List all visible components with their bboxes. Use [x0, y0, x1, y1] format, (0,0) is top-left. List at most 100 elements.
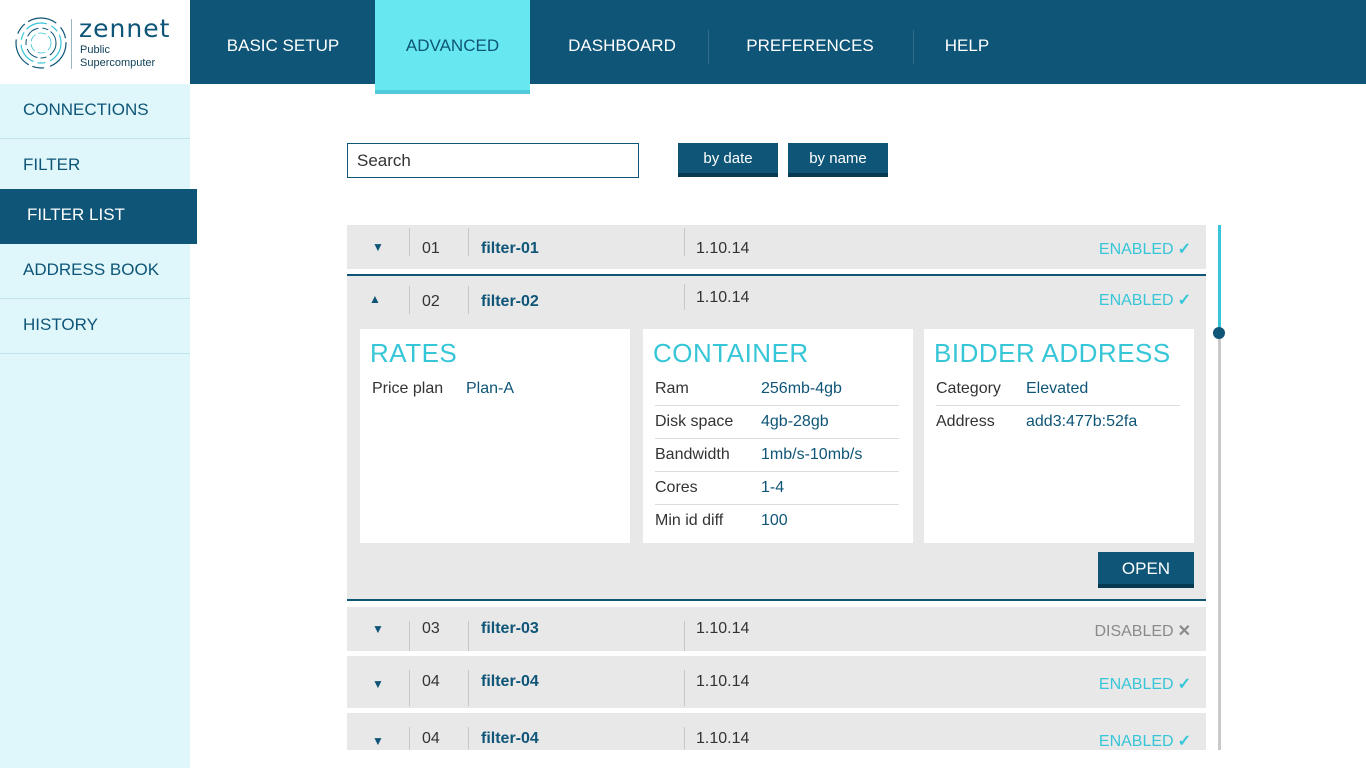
- check-icon: ✓: [1177, 676, 1191, 693]
- price-plan-value: Plan-A: [466, 380, 515, 397]
- check-icon: ✓: [1177, 241, 1191, 258]
- tab-separator: [913, 30, 914, 64]
- price-plan-row: Price plan Plan-A: [372, 373, 616, 406]
- filter-date: 1.10.14: [696, 620, 750, 637]
- min-id-diff-value: 100: [761, 512, 788, 529]
- status-badge[interactable]: ENABLED ✓: [1099, 239, 1191, 259]
- tab-advanced[interactable]: ADVANCED: [375, 0, 530, 94]
- sidebar-item-connections[interactable]: CONNECTIONS: [0, 84, 190, 139]
- top-navigation: BASIC SETUP ADVANCED DASHBOARD PREFERENC…: [190, 0, 1366, 94]
- bandwidth-value: 1mb/s-10mb/s: [761, 446, 863, 463]
- filter-name[interactable]: filter-04: [481, 730, 539, 748]
- filter-name[interactable]: filter-04: [481, 673, 539, 691]
- filter-date: 1.10.14: [696, 730, 750, 747]
- row-divider: [684, 621, 685, 651]
- filter-number: 03: [422, 620, 440, 637]
- list-bottom-clip: [190, 750, 1366, 768]
- chevron-down-icon[interactable]: ▼: [372, 240, 384, 254]
- cores-row: Cores 1-4: [655, 472, 899, 505]
- min-id-diff-label: Min id diff: [655, 512, 724, 529]
- close-icon: ✕: [1177, 623, 1191, 640]
- bandwidth-label: Bandwidth: [655, 446, 730, 463]
- filter-date: 1.10.14: [696, 289, 750, 306]
- tab-separator: [708, 30, 709, 64]
- search-input[interactable]: [347, 143, 639, 178]
- min-id-diff-row: Min id diff 100: [655, 505, 899, 538]
- container-card: CONTAINER Ram 256mb-4gb Disk space 4gb-2…: [643, 329, 913, 543]
- row-divider: [468, 670, 469, 706]
- filter-number: 02: [422, 293, 440, 310]
- check-icon: ✓: [1177, 292, 1191, 309]
- category-row: Category Elevated: [936, 373, 1180, 406]
- tab-preferences[interactable]: PREFERENCES: [730, 0, 890, 84]
- filter-row[interactable]: ▼ 04 filter-04 1.10.14 ENABLED ✓: [347, 656, 1206, 708]
- ram-value: 256mb-4gb: [761, 380, 842, 397]
- filter-row-expanded: ▲ 02 filter-02 1.10.14 ENABLED ✓ RATES Pr…: [347, 274, 1206, 601]
- filter-row[interactable]: ▼ 04 filter-04 1.10.14 ENABLED ✓: [347, 713, 1206, 753]
- filter-name[interactable]: filter-03: [481, 620, 539, 638]
- tab-basic-setup[interactable]: BASIC SETUP: [214, 0, 352, 84]
- sort-by-name-button[interactable]: by name: [788, 143, 888, 177]
- bidder-address-title: BIDDER ADDRESS: [934, 338, 1171, 368]
- open-button[interactable]: OPEN: [1098, 552, 1194, 588]
- sidebar-item-filter-list[interactable]: FILTER LIST: [0, 189, 197, 244]
- scrollbar-progress: [1218, 225, 1221, 333]
- status-label: DISABLED: [1094, 623, 1174, 640]
- sort-by-date-button[interactable]: by date: [678, 143, 778, 177]
- logo-divider: [71, 19, 72, 69]
- row-divider: [409, 621, 410, 651]
- address-label: Address: [936, 413, 995, 430]
- zennet-logo-icon: [15, 17, 67, 69]
- row-divider: [684, 284, 685, 310]
- filter-name[interactable]: filter-02: [481, 293, 539, 311]
- status-badge[interactable]: ENABLED ✓: [1099, 731, 1191, 751]
- disk-space-label: Disk space: [655, 413, 734, 430]
- row-divider: [684, 670, 685, 706]
- scrollbar-thumb[interactable]: [1213, 327, 1225, 339]
- sidebar-item-history[interactable]: HISTORY: [0, 299, 190, 354]
- brand-subtitle: Public Supercomputer: [80, 44, 155, 70]
- status-label: ENABLED: [1098, 292, 1174, 309]
- rates-card: RATES Price plan Plan-A: [360, 329, 630, 543]
- status-badge[interactable]: ENABLED ✓: [1099, 290, 1191, 310]
- bidder-address-card: BIDDER ADDRESS Category Elevated Address…: [924, 329, 1194, 543]
- filter-number: 04: [422, 673, 440, 690]
- tab-help[interactable]: HELP: [930, 0, 1004, 84]
- status-label: ENABLED: [1098, 733, 1174, 750]
- row-divider: [684, 228, 685, 256]
- filter-number: 04: [422, 730, 440, 747]
- sidebar-item-address-book[interactable]: ADDRESS BOOK: [0, 244, 190, 299]
- filter-number: 01: [422, 240, 440, 257]
- status-badge[interactable]: DISABLED ✕: [1094, 621, 1191, 641]
- chevron-down-icon[interactable]: ▼: [372, 622, 384, 636]
- filter-name[interactable]: filter-01: [481, 240, 539, 258]
- disk-space-value: 4gb-28gb: [761, 413, 829, 430]
- cores-value: 1-4: [761, 479, 785, 496]
- filter-row[interactable]: ▼ 03 filter-03 1.10.14 DISABLED ✕: [347, 607, 1206, 651]
- status-badge[interactable]: ENABLED ✓: [1099, 674, 1191, 694]
- chevron-up-icon[interactable]: ▲: [369, 292, 381, 306]
- bandwidth-row: Bandwidth 1mb/s-10mb/s: [655, 439, 899, 472]
- status-label: ENABLED: [1098, 676, 1174, 693]
- rates-title: RATES: [370, 338, 458, 368]
- filter-date: 1.10.14: [696, 673, 750, 690]
- chevron-down-icon[interactable]: ▼: [372, 734, 384, 748]
- tab-dashboard[interactable]: DASHBOARD: [554, 0, 690, 84]
- disk-space-row: Disk space 4gb-28gb: [655, 406, 899, 439]
- sidebar-item-filter[interactable]: FILTER: [0, 139, 190, 194]
- address-row: Address add3:477b:52fa: [936, 406, 1180, 439]
- chevron-down-icon[interactable]: ▼: [372, 677, 384, 691]
- brand-subtitle-line1: Public: [80, 44, 110, 56]
- status-label: ENABLED: [1098, 241, 1174, 258]
- row-divider: [468, 228, 469, 256]
- scrollbar-track[interactable]: [1218, 225, 1221, 750]
- cores-label: Cores: [655, 479, 698, 496]
- row-divider: [409, 286, 410, 314]
- row-divider: [468, 621, 469, 651]
- row-divider: [468, 286, 469, 314]
- filter-date: 1.10.14: [696, 240, 750, 257]
- address-value: add3:477b:52fa: [1026, 413, 1138, 430]
- row-divider: [409, 670, 410, 706]
- ram-label: Ram: [655, 380, 689, 397]
- filter-row[interactable]: ▼ 01 filter-01 1.10.14 ENABLED ✓: [347, 225, 1206, 269]
